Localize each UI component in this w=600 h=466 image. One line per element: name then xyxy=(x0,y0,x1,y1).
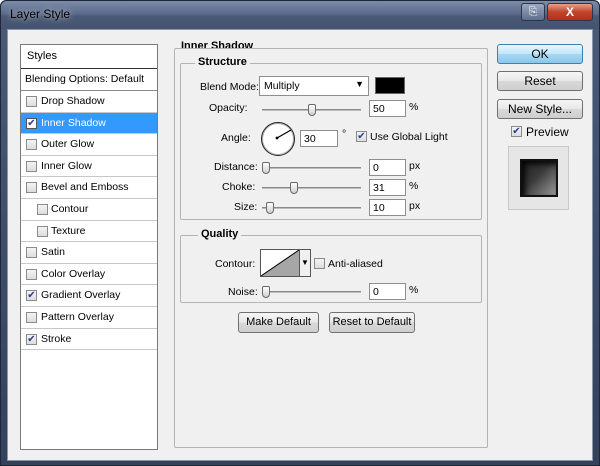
noise-input[interactable]: 0 xyxy=(369,283,406,300)
contour-curve-icon xyxy=(260,249,300,277)
style-item-label: Inner Glow xyxy=(41,159,92,172)
angle-unit: ° xyxy=(342,128,347,140)
styles-list: Styles Blending Options: Default Drop Sh… xyxy=(20,44,158,450)
blending-options-item[interactable]: Blending Options: Default xyxy=(21,69,157,91)
style-item-checkbox[interactable] xyxy=(37,203,48,215)
style-item-checkbox[interactable] xyxy=(26,160,37,172)
window-title: Layer Style xyxy=(10,7,71,21)
make-default-button[interactable]: Make Default xyxy=(238,312,319,333)
shadow-color-swatch[interactable] xyxy=(375,77,405,94)
angle-label: Angle: xyxy=(221,132,251,144)
size-unit: px xyxy=(409,200,421,212)
style-item-label: Contour xyxy=(51,202,89,215)
style-item-bevel-and-emboss[interactable]: Bevel and Emboss xyxy=(21,177,157,199)
style-item-checkbox[interactable]: ✔ xyxy=(26,117,37,129)
title-bar[interactable]: Layer Style ⎘ X xyxy=(1,1,599,29)
new-style-button[interactable]: New Style... xyxy=(497,99,583,119)
style-item-stroke[interactable]: ✔ Stroke xyxy=(21,329,157,351)
choke-slider-thumb[interactable] xyxy=(290,182,299,194)
anti-aliased-label: Anti-aliased xyxy=(328,258,383,270)
dialog-client: Styles Blending Options: Default Drop Sh… xyxy=(7,29,593,461)
anti-aliased-checkbox[interactable] xyxy=(314,258,325,269)
close-icon[interactable]: X xyxy=(547,3,593,21)
choke-input[interactable]: 31 xyxy=(369,179,406,196)
use-global-light-label: Use Global Light xyxy=(370,131,448,143)
style-item-checkbox[interactable]: ✔ xyxy=(26,290,37,302)
preview-swatch xyxy=(520,159,558,197)
contour-dropdown-icon[interactable]: ▼ xyxy=(300,249,311,277)
size-input[interactable]: 10 xyxy=(369,199,406,216)
style-item-satin[interactable]: Satin xyxy=(21,242,157,264)
style-item-label: Texture xyxy=(51,224,86,237)
opacity-label: Opacity: xyxy=(209,102,248,114)
restore-icon[interactable]: ⎘ xyxy=(521,3,545,21)
style-item-color-overlay[interactable]: Color Overlay xyxy=(21,264,157,286)
distance-label: Distance: xyxy=(214,161,258,173)
style-item-inner-shadow[interactable]: ✔ Inner Shadow xyxy=(21,112,157,135)
style-item-gradient-overlay[interactable]: ✔ Gradient Overlay xyxy=(21,285,157,307)
style-item-checkbox[interactable] xyxy=(26,139,37,151)
opacity-slider-thumb[interactable] xyxy=(307,104,316,116)
style-item-texture[interactable]: Texture xyxy=(21,221,157,243)
style-item-checkbox[interactable] xyxy=(37,225,48,237)
style-item-checkbox[interactable] xyxy=(26,311,37,323)
noise-slider[interactable] xyxy=(262,286,361,298)
preview-label: Preview xyxy=(526,125,569,139)
style-item-label: Bevel and Emboss xyxy=(41,181,129,194)
style-item-checkbox[interactable] xyxy=(26,247,37,259)
style-item-checkbox[interactable] xyxy=(26,96,37,107)
use-global-light-checkbox[interactable]: ✔ xyxy=(356,131,367,142)
size-slider-thumb[interactable] xyxy=(265,202,274,214)
distance-input[interactable]: 0 xyxy=(369,159,406,176)
style-item-label: Drop Shadow xyxy=(41,95,105,107)
choke-label: Choke: xyxy=(222,181,256,193)
style-item-label: Color Overlay xyxy=(41,267,106,280)
contour-label: Contour: xyxy=(215,258,256,270)
choke-slider[interactable] xyxy=(262,182,361,194)
contour-picker[interactable] xyxy=(260,249,300,277)
preview-checkbox[interactable]: ✔ xyxy=(511,126,522,137)
opacity-unit: % xyxy=(409,101,419,113)
structure-title: Structure xyxy=(195,56,250,68)
quality-title: Quality xyxy=(198,228,242,240)
styles-header[interactable]: Styles xyxy=(21,45,157,69)
style-item-checkbox[interactable]: ✔ xyxy=(26,333,37,345)
blend-mode-value: Multiply xyxy=(264,80,300,92)
size-label: Size: xyxy=(234,201,258,213)
reset-button[interactable]: Reset xyxy=(497,71,583,91)
blend-mode-label: Blend Mode: xyxy=(200,81,259,93)
style-preview xyxy=(508,146,569,210)
style-item-checkbox[interactable] xyxy=(26,182,37,194)
choke-unit: % xyxy=(409,180,419,192)
style-item-contour[interactable]: Contour xyxy=(21,199,157,221)
style-item-pattern-overlay[interactable]: Pattern Overlay xyxy=(21,307,157,329)
layer-style-window: Layer Style ⎘ X Styles Blending Options:… xyxy=(0,0,600,466)
style-item-inner-glow[interactable]: Inner Glow xyxy=(21,156,157,178)
style-item-label: Pattern Overlay xyxy=(41,310,114,323)
distance-unit: px xyxy=(409,160,421,172)
blend-mode-select[interactable]: Multiply ▼ xyxy=(259,76,369,96)
style-item-drop-shadow[interactable]: Drop Shadow xyxy=(21,91,157,113)
angle-needle-icon xyxy=(275,129,292,140)
angle-input[interactable]: 30 xyxy=(300,130,338,147)
style-item-label: Outer Glow xyxy=(41,138,95,151)
noise-slider-thumb[interactable] xyxy=(262,286,270,298)
style-item-label: Stroke xyxy=(41,332,72,345)
distance-slider[interactable] xyxy=(262,162,361,174)
style-item-label: Satin xyxy=(41,246,65,259)
dropdown-arrow-icon: ▼ xyxy=(355,79,364,89)
style-item-checkbox[interactable] xyxy=(26,268,37,280)
noise-unit: % xyxy=(409,284,419,296)
style-item-label: Gradient Overlay xyxy=(41,289,121,302)
angle-dial[interactable] xyxy=(261,122,295,156)
reset-to-default-button[interactable]: Reset to Default xyxy=(329,312,415,333)
opacity-slider[interactable] xyxy=(262,104,361,116)
style-item-label: Inner Shadow xyxy=(41,116,106,129)
distance-slider-thumb[interactable] xyxy=(262,162,270,174)
style-item-outer-glow[interactable]: Outer Glow xyxy=(21,134,157,156)
size-slider[interactable] xyxy=(262,202,361,214)
noise-label: Noise: xyxy=(228,286,258,298)
ok-button[interactable]: OK xyxy=(497,44,583,64)
opacity-input[interactable]: 50 xyxy=(369,100,406,117)
